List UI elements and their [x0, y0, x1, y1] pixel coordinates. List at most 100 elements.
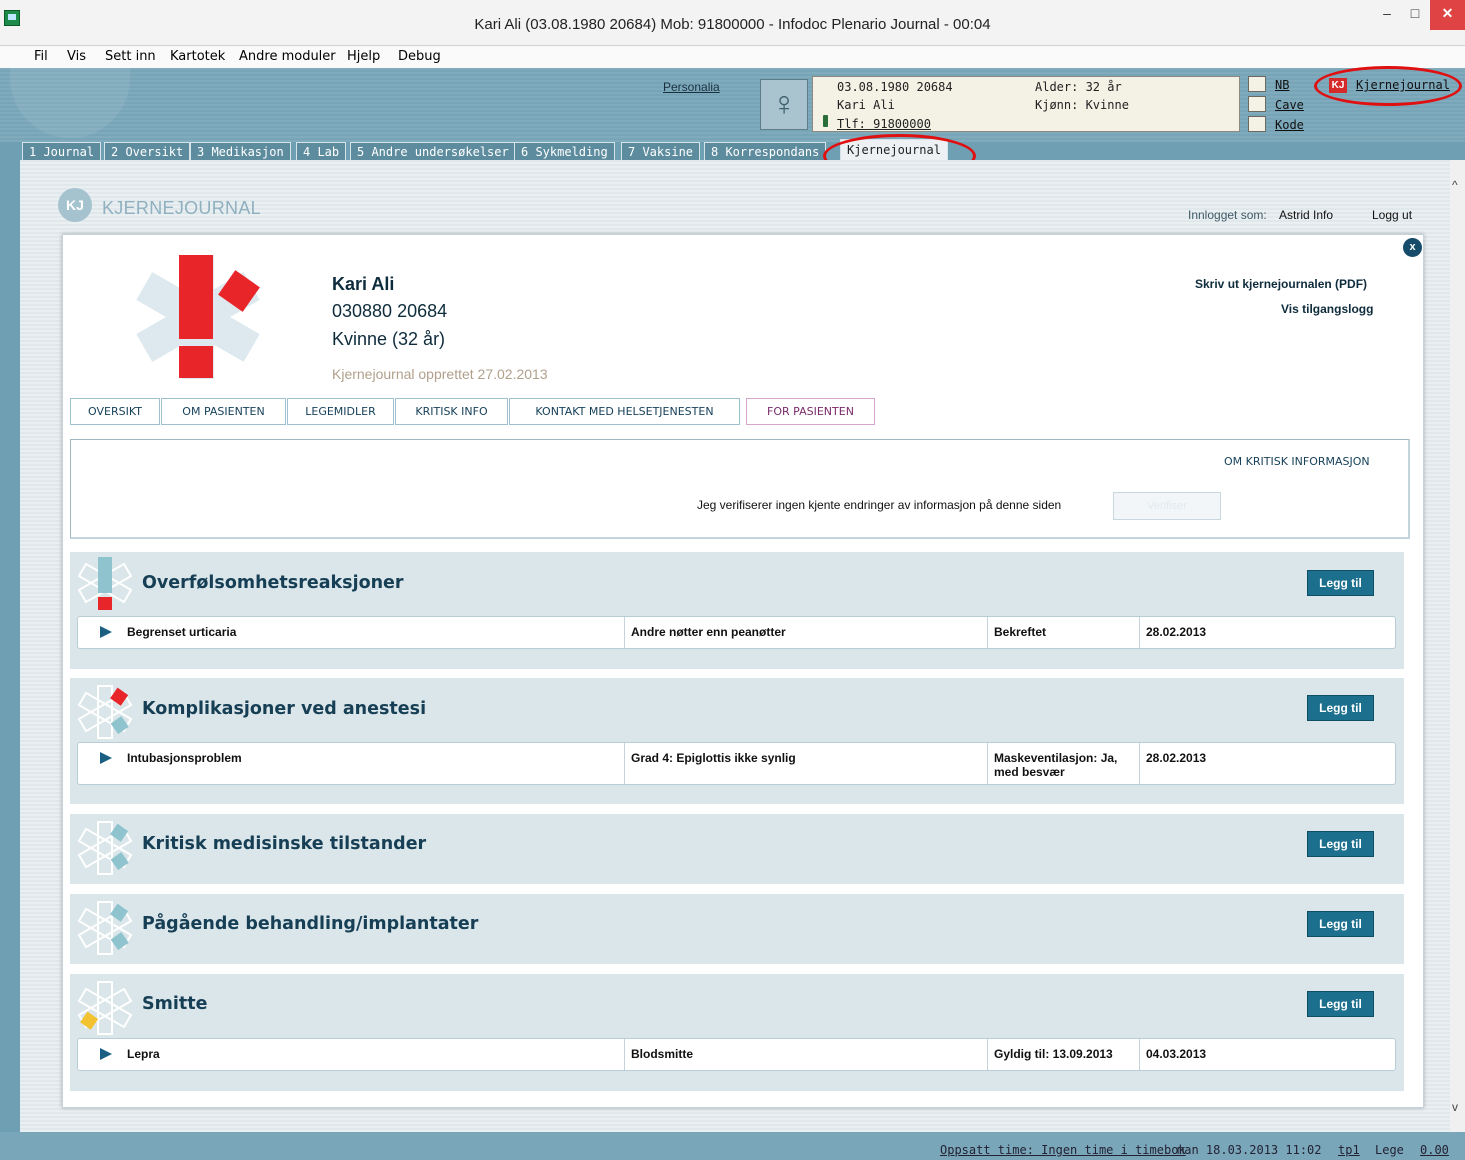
- about-critical-info-link[interactable]: OM KRITISK INFORMASJON: [1224, 455, 1370, 468]
- menu-bar: Fil Vis Sett inn Kartotek Andre moduler …: [0, 46, 1465, 68]
- section-anestesi: Komplikasjoner ved anestesi Legg til Int…: [70, 678, 1404, 804]
- expand-triangle-icon[interactable]: [100, 626, 112, 638]
- personalia-link[interactable]: Personalia: [663, 80, 720, 94]
- verify-text: Jeg verifiserer ingen kjente endringer a…: [697, 498, 1062, 512]
- menu-sett-inn[interactable]: Sett inn: [105, 49, 156, 64]
- divider: [987, 617, 988, 648]
- phone-icon: [823, 115, 828, 127]
- row-date: 28.02.2013: [1146, 625, 1207, 639]
- row-status: Maskeventilasjon: Ja, med besvær: [994, 751, 1118, 779]
- tab-oversikt[interactable]: 2 Oversikt: [104, 142, 191, 160]
- add-button[interactable]: Legg til: [1307, 831, 1374, 857]
- ctab-for-pasienten[interactable]: FOR PASIENTEN: [746, 398, 875, 425]
- divider: [1139, 1039, 1140, 1070]
- row-date: 28.02.2013: [1146, 751, 1207, 765]
- logout-link[interactable]: Logg ut: [1372, 208, 1412, 222]
- row-item: Intubasjonsproblem: [127, 751, 242, 765]
- add-button[interactable]: Legg til: [1307, 570, 1374, 596]
- highlight-oval: [1314, 66, 1462, 106]
- expand-triangle-icon[interactable]: [100, 752, 112, 764]
- tab-medikasjon[interactable]: 3 Medikasjon: [190, 142, 291, 160]
- add-button[interactable]: Legg til: [1307, 991, 1374, 1017]
- ctab-legemidler[interactable]: LEGEMIDLER: [287, 398, 394, 425]
- star-red-arm-icon: [78, 685, 132, 739]
- ctab-oversikt[interactable]: OVERSIKT: [70, 398, 160, 425]
- close-icon[interactable]: x: [1403, 238, 1422, 257]
- section-title: Smitte: [142, 994, 208, 1014]
- flag-nb-label[interactable]: NB: [1275, 78, 1289, 92]
- star-blue-arm-icon: [78, 901, 132, 955]
- ctab-kontakt-helsetjenesten[interactable]: KONTAKT MED HELSETJENESTEN: [509, 398, 740, 425]
- row-status: Gyldig til: 13.09.2013: [994, 1047, 1113, 1061]
- patient-birth-id: 03.08.1980 20684: [837, 80, 953, 94]
- menu-debug[interactable]: Debug: [398, 49, 441, 64]
- menu-kartotek[interactable]: Kartotek: [170, 49, 225, 64]
- section-kritisk-medisinsk: Kritisk medisinske tilstander Legg til: [70, 814, 1404, 884]
- flag-cave-checkbox[interactable]: [1248, 96, 1266, 112]
- section-title: Pågående behandling/implantater: [142, 914, 479, 934]
- row-type: Blodsmitte: [631, 1047, 694, 1061]
- status-user-link[interactable]: tp1: [1338, 1143, 1360, 1157]
- patient-gender: Kjønn: Kvinne: [1035, 98, 1129, 112]
- flag-nb-checkbox[interactable]: [1248, 76, 1266, 92]
- tab-korrespondans[interactable]: 8 Korrespondans: [704, 142, 827, 160]
- flag-kode-label[interactable]: Kode: [1275, 118, 1304, 132]
- appointment-status-link[interactable]: Oppsatt time: Ingen time i timebok: [940, 1143, 1186, 1157]
- verify-button[interactable]: Verifiser: [1113, 492, 1221, 520]
- divider: [987, 1039, 988, 1070]
- tab-andre-undersokelser[interactable]: 5 Andre undersøkelser: [350, 142, 516, 160]
- vertical-scrollbar[interactable]: ^ v: [1450, 160, 1465, 1132]
- female-icon: ♀: [760, 79, 808, 130]
- table-row[interactable]: Begrenset urticaria Andre nøtter enn pea…: [77, 616, 1396, 649]
- kj-logo-text: KJERNEJOURNAL: [102, 198, 261, 218]
- tab-vaksine[interactable]: 7 Vaksine: [621, 142, 701, 160]
- tab-journal[interactable]: 1 Journal: [22, 142, 102, 160]
- login-label: Innlogget som:: [1188, 208, 1267, 222]
- ctab-kritisk-info[interactable]: KRITISK INFO: [395, 398, 508, 425]
- flag-cave-label[interactable]: Cave: [1275, 98, 1304, 112]
- patient-age: Alder: 32 år: [1035, 80, 1122, 94]
- kj-logo-icon: KJ: [58, 188, 92, 222]
- tab-lab[interactable]: 4 Lab: [296, 142, 347, 160]
- menu-hjelp[interactable]: Hjelp: [347, 49, 380, 64]
- table-row[interactable]: Intubasjonsproblem Grad 4: Epiglottis ik…: [77, 742, 1396, 785]
- table-row[interactable]: Lepra Blodsmitte Gyldig til: 13.09.2013 …: [77, 1038, 1396, 1071]
- title-bar: Kari Ali (03.08.1980 20684) Mob: 9180000…: [0, 0, 1465, 46]
- patient-phone[interactable]: Tlf: 91800000: [837, 117, 931, 131]
- divider: [1139, 743, 1140, 784]
- star-blue-arm-icon: [78, 821, 132, 875]
- journal-created-date: Kjernejournal opprettet 27.02.2013: [332, 366, 548, 382]
- row-status: Bekreftet: [994, 625, 1047, 639]
- section-title: Overfølsomhetsreaksjoner: [142, 573, 404, 593]
- scroll-up-icon[interactable]: ^: [1452, 178, 1458, 192]
- patient-name: Kari Ali: [837, 98, 895, 112]
- scroll-down-icon[interactable]: v: [1452, 1100, 1458, 1114]
- status-role: Lege: [1375, 1143, 1404, 1157]
- row-date: 04.03.2013: [1146, 1047, 1207, 1061]
- ctab-om-pasienten[interactable]: OM PASIENTEN: [161, 398, 286, 425]
- add-button[interactable]: Legg til: [1307, 911, 1374, 937]
- access-log-link[interactable]: Vis tilgangslogg: [1281, 302, 1373, 316]
- status-datetime: man 18.03.2013 11:02: [1177, 1143, 1322, 1157]
- section-smitte: Smitte Legg til Lepra Blodsmitte Gyldig …: [70, 974, 1404, 1091]
- patient-info-box: 03.08.1980 20684 Kari Ali Tlf: 91800000 …: [812, 76, 1240, 132]
- verification-panel: [70, 439, 1410, 539]
- maximize-button[interactable]: □: [1400, 0, 1430, 30]
- menu-fil[interactable]: Fil: [34, 49, 48, 64]
- add-button[interactable]: Legg til: [1307, 695, 1374, 721]
- divider: [624, 743, 625, 784]
- flag-kode-checkbox[interactable]: [1248, 116, 1266, 132]
- minimize-button[interactable]: –: [1374, 0, 1400, 30]
- menu-vis[interactable]: Vis: [67, 49, 86, 64]
- print-pdf-link[interactable]: Skriv ut kjernejournalen (PDF): [1195, 277, 1367, 291]
- star-exclamation-icon: [78, 557, 132, 610]
- expand-triangle-icon[interactable]: [100, 1048, 112, 1060]
- menu-andre-moduler[interactable]: Andre moduler: [239, 49, 336, 64]
- tab-sykmelding[interactable]: 6 Sykmelding: [514, 142, 615, 160]
- status-amount-link[interactable]: 0.00: [1420, 1143, 1449, 1157]
- divider: [987, 743, 988, 784]
- patient-id: 030880 20684: [332, 301, 448, 321]
- close-window-button[interactable]: ✕: [1430, 0, 1465, 30]
- section-title: Kritisk medisinske tilstander: [142, 834, 427, 854]
- critical-info-icon: [136, 255, 260, 379]
